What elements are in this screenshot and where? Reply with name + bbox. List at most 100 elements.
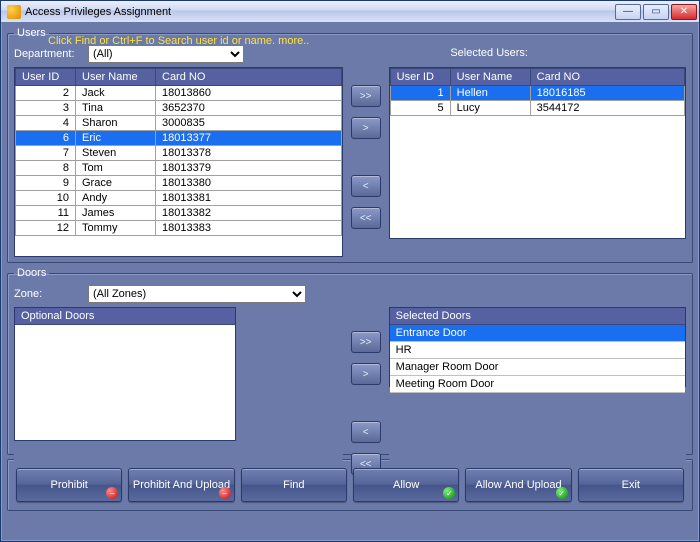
allow-upload-label: Allow And Upload — [475, 479, 561, 491]
cell-user-id: 10 — [16, 191, 76, 206]
table-row[interactable]: 9Grace18013380 — [16, 176, 342, 191]
optional-doors-panel: Optional Doors — [14, 307, 343, 475]
cell-user-name: Jack — [76, 86, 156, 101]
doors-move-col: >> > < << — [349, 307, 383, 475]
department-select[interactable]: (All) — [88, 45, 244, 63]
table-row[interactable]: 3Tina3652370 — [16, 101, 342, 116]
selected-users-table-wrap[interactable]: User ID User Name Card NO 1Hellen1801618… — [389, 67, 686, 239]
window-title: Access Privileges Assignment — [25, 6, 615, 18]
allow-upload-button[interactable]: Allow And Upload ✓ — [465, 468, 571, 502]
allow-button[interactable]: Allow ✓ — [353, 468, 459, 502]
cell-card-no: 18013382 — [156, 206, 342, 221]
cell-user-name: Tommy — [76, 221, 156, 236]
cell-card-no: 3544172 — [530, 101, 684, 116]
prohibit-icon: – — [106, 487, 118, 499]
table-row[interactable]: 7Steven18013378 — [16, 146, 342, 161]
selected-doors-panel: Selected Doors Entrance DoorHRManager Ro… — [389, 307, 686, 475]
cell-user-name: Hellen — [450, 86, 530, 101]
cell-user-id: 3 — [16, 101, 76, 116]
table-row[interactable]: 11James18013382 — [16, 206, 342, 221]
cell-user-name: Tom — [76, 161, 156, 176]
cell-user-name: Grace — [76, 176, 156, 191]
titlebar: Access Privileges Assignment — ▭ ✕ — [1, 1, 699, 23]
window-controls: — ▭ ✕ — [615, 4, 697, 20]
sel-col-user-name[interactable]: User Name — [450, 69, 530, 86]
col-user-id[interactable]: User ID — [16, 69, 76, 86]
cell-card-no: 18013380 — [156, 176, 342, 191]
search-hint[interactable]: Click Find or Ctrl+F to Search user id o… — [48, 35, 309, 47]
cell-card-no: 18013860 — [156, 86, 342, 101]
zone-row: Zone: (All Zones) — [14, 285, 686, 303]
close-button[interactable]: ✕ — [671, 4, 697, 20]
list-item[interactable]: Manager Room Door — [390, 359, 685, 376]
cell-user-id: 4 — [16, 116, 76, 131]
selected-doors-header: Selected Doors — [390, 308, 685, 325]
prohibit-upload-button[interactable]: Prohibit And Upload – — [128, 468, 234, 502]
cell-user-name: Andy — [76, 191, 156, 206]
find-label: Find — [283, 479, 304, 491]
department-label: Department: — [14, 48, 82, 60]
doors-remove-button[interactable]: < — [351, 421, 381, 443]
sel-col-card-no[interactable]: Card NO — [530, 69, 684, 86]
table-row[interactable]: 2Jack18013860 — [16, 86, 342, 101]
doors-add-button[interactable]: > — [351, 363, 381, 385]
cell-card-no: 18013378 — [156, 146, 342, 161]
prohibit-label: Prohibit — [51, 479, 88, 491]
cell-user-id: 1 — [390, 86, 450, 101]
selected-doors-list[interactable]: Selected Doors Entrance DoorHRManager Ro… — [389, 307, 686, 387]
table-row[interactable]: 10Andy18013381 — [16, 191, 342, 206]
users-table: User ID User Name Card NO 2Jack180138603… — [15, 68, 342, 236]
table-row[interactable]: 5Lucy3544172 — [390, 101, 684, 116]
cell-user-id: 8 — [16, 161, 76, 176]
users-move-col: >> > < << — [349, 67, 383, 257]
exit-button[interactable]: Exit — [578, 468, 684, 502]
col-card-no[interactable]: Card NO — [156, 69, 342, 86]
content: Users Click Find or Ctrl+F to Search use… — [1, 23, 699, 541]
cell-user-id: 5 — [390, 101, 450, 116]
users-remove-all-button[interactable]: << — [351, 207, 381, 229]
table-row[interactable]: 6Eric18013377 — [16, 131, 342, 146]
doors-dual: Optional Doors >> > < << Selected Doors — [14, 307, 686, 475]
table-row[interactable]: 8Tom18013379 — [16, 161, 342, 176]
doors-group: Doors Zone: (All Zones) Optional Doors — [7, 267, 693, 455]
table-row[interactable]: 1Hellen18016185 — [390, 86, 684, 101]
list-item[interactable]: HR — [390, 342, 685, 359]
zone-select[interactable]: (All Zones) — [88, 285, 306, 303]
users-add-button[interactable]: > — [351, 117, 381, 139]
maximize-button[interactable]: ▭ — [643, 4, 669, 20]
exit-label: Exit — [622, 479, 640, 491]
cell-user-id: 11 — [16, 206, 76, 221]
prohibit-button[interactable]: Prohibit – — [16, 468, 122, 502]
optional-doors-header: Optional Doors — [15, 308, 235, 325]
table-row[interactable]: 4Sharon3000835 — [16, 116, 342, 131]
cell-user-id: 6 — [16, 131, 76, 146]
cell-card-no: 18013377 — [156, 131, 342, 146]
cell-user-id: 2 — [16, 86, 76, 101]
sel-col-user-id[interactable]: User ID — [390, 69, 450, 86]
users-remove-button[interactable]: < — [351, 175, 381, 197]
users-add-all-button[interactable]: >> — [351, 85, 381, 107]
cell-card-no: 3652370 — [156, 101, 342, 116]
list-item[interactable]: Entrance Door — [390, 325, 685, 342]
col-user-name[interactable]: User Name — [76, 69, 156, 86]
allow-icon: ✓ — [443, 487, 455, 499]
prohibit-upload-label: Prohibit And Upload — [133, 479, 230, 491]
allow-upload-icon: ✓ — [556, 487, 568, 499]
optional-doors-list[interactable]: Optional Doors — [14, 307, 236, 441]
find-button[interactable]: Find — [241, 468, 347, 502]
cell-user-name: Steven — [76, 146, 156, 161]
users-group: Users Click Find or Ctrl+F to Search use… — [7, 27, 693, 263]
minimize-button[interactable]: — — [615, 4, 641, 20]
list-item[interactable]: Meeting Room Door — [390, 376, 685, 393]
cell-user-id: 7 — [16, 146, 76, 161]
prohibit-upload-icon: – — [219, 487, 231, 499]
allow-label: Allow — [393, 479, 419, 491]
cell-user-name: Lucy — [450, 101, 530, 116]
doors-add-all-button[interactable]: >> — [351, 331, 381, 353]
table-row[interactable]: 12Tommy18013383 — [16, 221, 342, 236]
doors-legend: Doors — [14, 267, 49, 279]
users-table-wrap[interactable]: User ID User Name Card NO 2Jack180138603… — [14, 67, 343, 257]
cell-card-no: 18016185 — [530, 86, 684, 101]
selected-users-label: Selected Users: — [450, 47, 528, 59]
cell-user-id: 12 — [16, 221, 76, 236]
